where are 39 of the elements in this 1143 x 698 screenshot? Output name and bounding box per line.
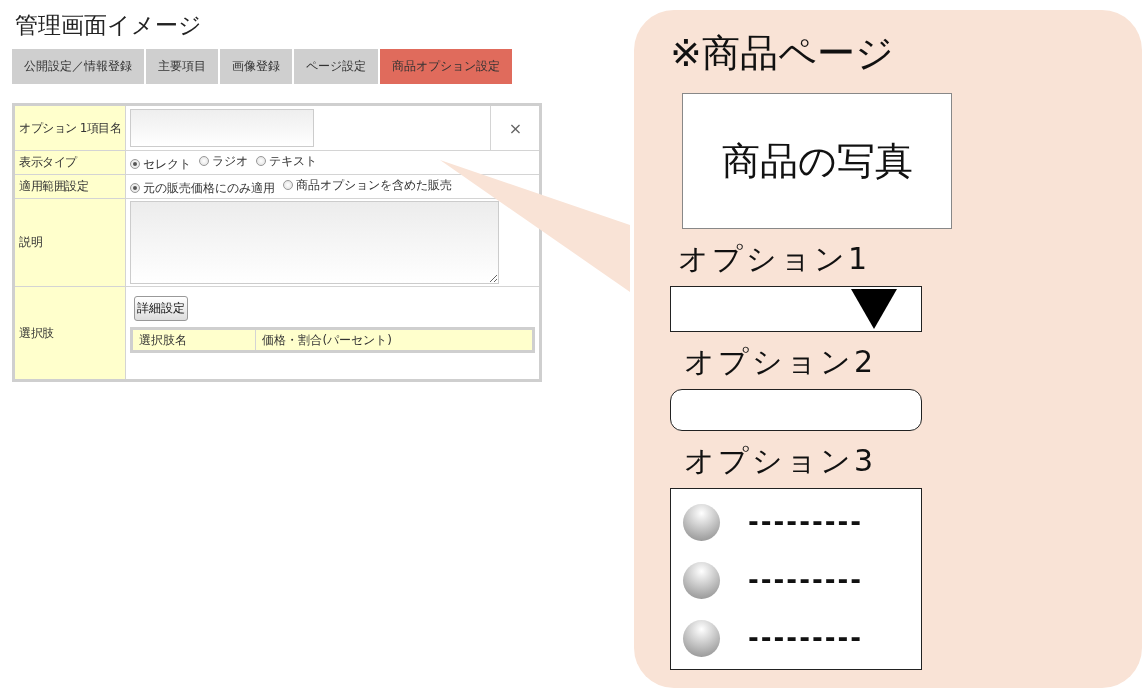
- preview-title: ※商品ページ: [670, 30, 894, 77]
- radio-label: ラジオ: [212, 152, 249, 170]
- tab[interactable]: 画像登録: [220, 49, 292, 84]
- field-label: 説明: [13, 198, 126, 287]
- tab[interactable]: 主要項目: [146, 49, 218, 84]
- radio-label: 元の販売価格にのみ適用: [143, 179, 276, 197]
- radio-button[interactable]: [130, 183, 141, 193]
- radio-button[interactable]: [683, 503, 720, 541]
- select-box[interactable]: [670, 286, 922, 332]
- column-header: 価格・割合(パーセント): [255, 328, 534, 352]
- dropdown-triangle-icon: [851, 289, 897, 329]
- detail-settings-button[interactable]: 詳細設定: [134, 296, 189, 321]
- field-label: 選択肢: [13, 286, 126, 381]
- option-text: ---------: [748, 565, 864, 595]
- radio-button[interactable]: [283, 180, 294, 190]
- option-text: ---------: [748, 623, 864, 653]
- radio-label: テキスト: [269, 152, 318, 170]
- page-title: 管理画面イメージ: [15, 11, 202, 40]
- radio-button[interactable]: [256, 156, 267, 166]
- tab[interactable]: 商品オプション設定: [380, 49, 512, 84]
- radio-label: セレクト: [143, 155, 192, 173]
- input-field[interactable]: [670, 389, 922, 431]
- radio-label: 商品オプションを含めた販売: [296, 176, 453, 194]
- field-label: 表示タイプ: [13, 150, 126, 175]
- option-label: オプション2: [684, 343, 877, 381]
- radio-button[interactable]: [199, 156, 210, 166]
- column-header: 選択肢名: [131, 328, 256, 352]
- option-label: オプション1: [678, 240, 871, 278]
- option-label: オプション3: [684, 442, 877, 480]
- radio-button[interactable]: [683, 561, 720, 599]
- radio-button[interactable]: [130, 159, 141, 169]
- field-label: オプション 1項目名: [13, 104, 126, 151]
- field-label: 適用範囲設定: [13, 174, 126, 199]
- radio-button[interactable]: [683, 619, 720, 657]
- photo-caption: 商品の写真: [721, 137, 913, 185]
- option-text: ---------: [748, 507, 864, 537]
- description-field[interactable]: [130, 201, 500, 284]
- tab[interactable]: 公開設定／情報登録: [12, 49, 144, 84]
- tab[interactable]: ページ設定: [294, 49, 378, 84]
